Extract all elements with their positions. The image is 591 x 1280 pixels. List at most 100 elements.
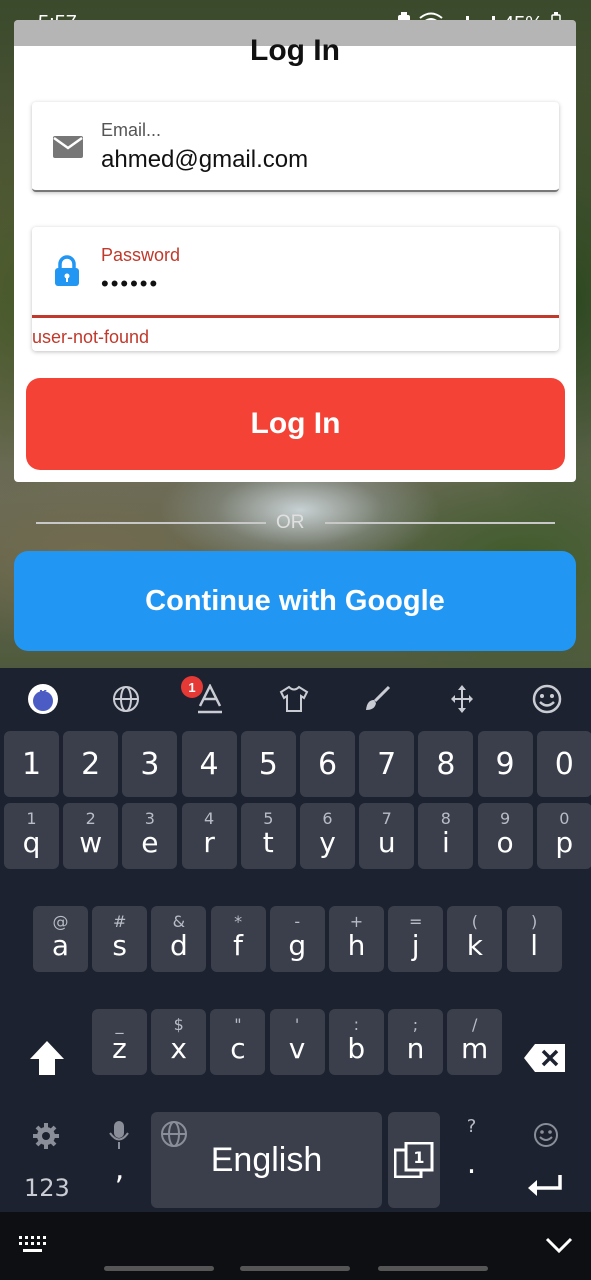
key-3[interactable]: 3: [122, 731, 178, 797]
mail-icon: [52, 134, 84, 162]
key-label: x: [170, 1032, 187, 1065]
key-w[interactable]: 2w: [63, 803, 119, 869]
or-divider-text: OR: [276, 512, 305, 533]
key-v[interactable]: ' v: [269, 1009, 325, 1075]
language-globe-icon: [160, 1120, 188, 1148]
period-key[interactable]: ? .: [444, 1112, 499, 1208]
email-label: Email...: [101, 120, 162, 140]
chevron-down-icon[interactable]: [545, 1236, 573, 1259]
key-label: 2: [81, 747, 101, 782]
key-label: b: [347, 1032, 366, 1065]
key-0[interactable]: 0: [536, 731, 591, 797]
key-label: 4: [199, 747, 219, 782]
key-h[interactable]: + h: [329, 906, 384, 972]
enter-key[interactable]: [503, 1112, 587, 1208]
key-s[interactable]: # s: [92, 906, 148, 972]
key-label: a: [51, 929, 70, 962]
shift-key[interactable]: [4, 1009, 88, 1105]
key-j[interactable]: = j: [388, 906, 444, 972]
key-label: 1: [21, 747, 42, 782]
key-label: r: [203, 826, 215, 859]
globe-icon[interactable]: [109, 682, 143, 716]
key-1[interactable]: 1: [4, 731, 59, 797]
key-label: s: [112, 929, 127, 962]
key-u[interactable]: 7u: [359, 803, 415, 869]
divider-line-left: [36, 522, 266, 524]
login-button[interactable]: Log In: [26, 378, 565, 470]
backspace-key[interactable]: [503, 1009, 587, 1105]
comma-key[interactable]: ,: [92, 1112, 147, 1208]
key-p[interactable]: 0p: [536, 803, 591, 869]
login-card: Log In Email... ahmed@gmail.com Password…: [14, 20, 576, 482]
key-label: 9: [495, 747, 515, 782]
settings-gear-icon: [32, 1122, 60, 1154]
clipboard-icon: 1: [393, 1141, 434, 1183]
key-t[interactable]: 5t: [240, 803, 296, 869]
key-8[interactable]: 8: [418, 731, 474, 797]
key-n[interactable]: ; n: [388, 1009, 443, 1075]
cursor-move-icon[interactable]: [445, 682, 479, 716]
enter-icon: [527, 1174, 563, 1202]
key-g[interactable]: -g: [269, 906, 325, 972]
key-i[interactable]: 8i: [418, 803, 474, 869]
divider-line-right: [325, 522, 555, 524]
key-e[interactable]: 3e: [122, 803, 178, 869]
svg-text:K: K: [39, 689, 48, 700]
key-5[interactable]: 5: [240, 731, 296, 797]
key-label: k: [466, 929, 483, 962]
kika-logo-icon[interactable]: K: [26, 682, 60, 716]
key-4[interactable]: 4: [181, 731, 237, 797]
key-o[interactable]: 9o: [477, 803, 533, 869]
key-9[interactable]: 9: [477, 731, 533, 797]
key-c[interactable]: " c: [210, 1009, 266, 1075]
google-signin-button[interactable]: Continue with Google: [14, 551, 576, 651]
keyboard-switch-icon[interactable]: [18, 1234, 48, 1261]
password-field[interactable]: Password •••••• user-not-found: [32, 227, 559, 351]
key-label: i: [442, 826, 450, 859]
theme-shirt-icon[interactable]: [277, 682, 311, 716]
key-label: u: [377, 826, 396, 859]
key-label: 3: [140, 747, 160, 782]
font-icon[interactable]: 1: [181, 676, 227, 716]
key-label: t: [262, 826, 274, 859]
key-b[interactable]: :b: [328, 1009, 384, 1075]
clipboard-key[interactable]: 1: [388, 1112, 440, 1208]
key-label: d: [170, 929, 188, 962]
key-label: z: [112, 1032, 127, 1065]
key-label: j: [411, 929, 420, 962]
key-m[interactable]: / m: [447, 1009, 503, 1075]
symbols-key[interactable]: 123: [4, 1112, 88, 1208]
key-f[interactable]: * f: [210, 906, 266, 972]
key-label: w: [79, 826, 103, 859]
email-field[interactable]: Email... ahmed@gmail.com: [32, 102, 559, 192]
key-label: g: [288, 929, 307, 962]
key-label: 6: [317, 747, 338, 782]
key-z[interactable]: _ z: [92, 1009, 147, 1075]
key-label: o: [496, 826, 514, 859]
keyboard-toolbar: K 1: [0, 668, 591, 726]
password-value[interactable]: ••••••: [101, 271, 159, 297]
emoji-icon[interactable]: [530, 682, 564, 716]
key-label: l: [530, 929, 538, 962]
key-l[interactable]: ) l: [506, 906, 562, 972]
key-d[interactable]: & d: [151, 906, 207, 972]
key-label: n: [406, 1032, 425, 1065]
brush-icon[interactable]: [360, 682, 394, 716]
password-error-underline: [32, 315, 559, 318]
key-q[interactable]: 1q: [4, 803, 59, 869]
key-7[interactable]: 7: [359, 731, 415, 797]
password-error-text: user-not-found: [32, 327, 150, 347]
key-a[interactable]: @ a: [33, 906, 88, 972]
key-label: 0: [554, 747, 574, 782]
period-key-sub: ?: [466, 1116, 477, 1137]
nav-pill-right: [378, 1266, 488, 1271]
lock-icon: [54, 255, 86, 286]
key-y[interactable]: 6y: [300, 803, 355, 869]
key-label: f: [233, 929, 244, 962]
email-value[interactable]: ahmed@gmail.com: [101, 146, 308, 174]
key-k[interactable]: (k: [447, 906, 503, 972]
key-x[interactable]: $ x: [151, 1009, 207, 1075]
key-r[interactable]: 4r: [181, 803, 237, 869]
key-2[interactable]: 2: [63, 731, 119, 797]
key-6[interactable]: 6: [300, 731, 355, 797]
